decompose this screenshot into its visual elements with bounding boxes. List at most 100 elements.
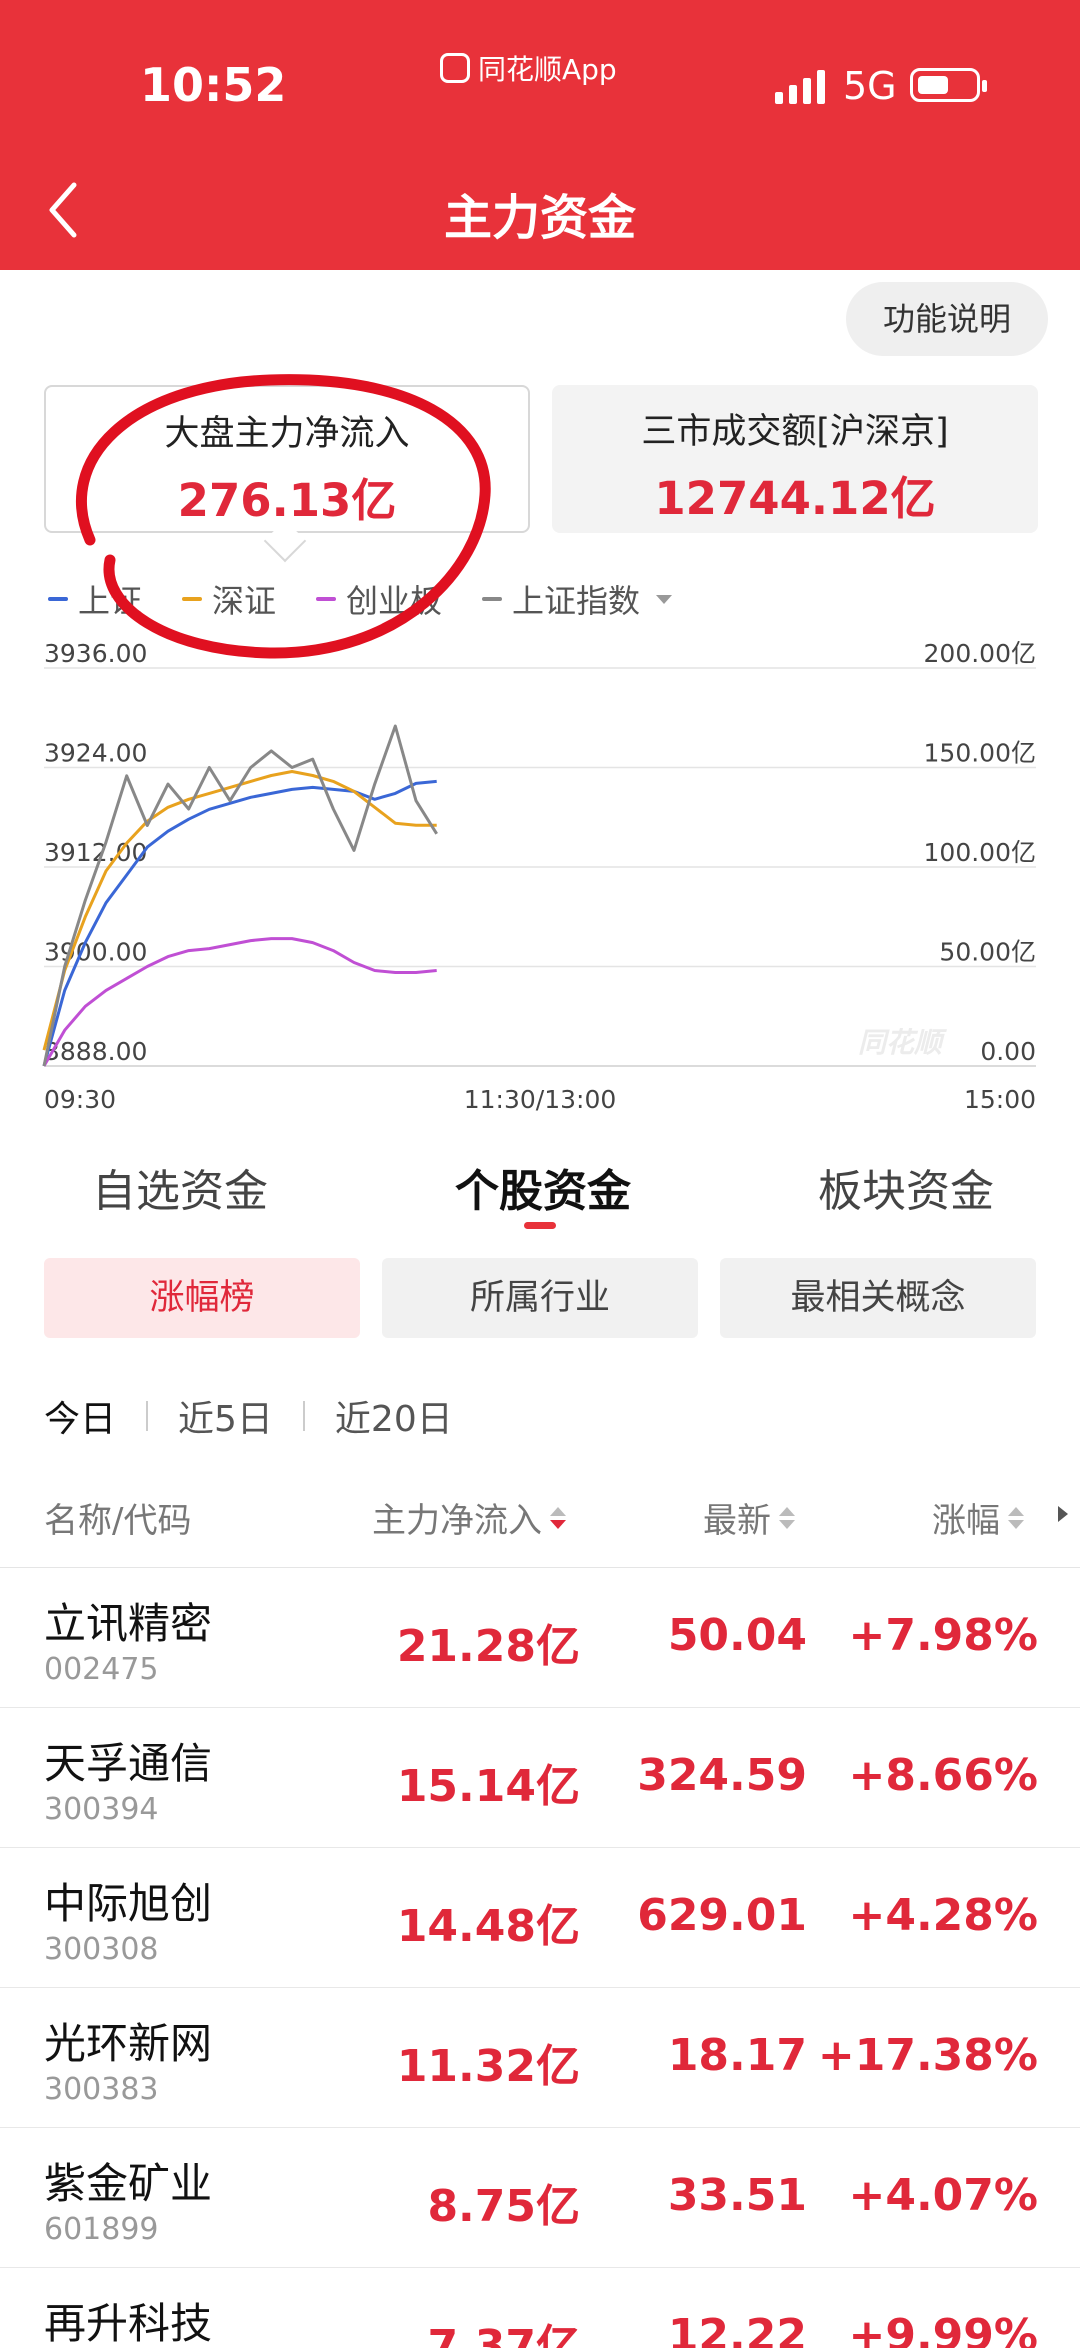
legend-label: 创业板: [346, 582, 443, 620]
divider: [302, 1401, 305, 1431]
right-axis-tick: 50.00亿: [939, 938, 1036, 967]
page-title: 主力资金: [443, 190, 636, 246]
tab-sector-funds[interactable]: 板块资金: [818, 1155, 994, 1219]
index-selector-label: 上证指数: [512, 582, 641, 620]
stock-inflow: 11.32亿: [396, 2041, 580, 2092]
stock-name: 再升科技: [44, 2299, 213, 2348]
turnover-card[interactable]: 三市成交额[沪深京] 12744.12亿: [552, 385, 1038, 533]
stock-price: 629.01: [637, 1890, 807, 1941]
col-header-name: 名称/代码: [44, 1493, 191, 1542]
fund-flow-chart: 3936.00 200.00亿 3924.00 150.00亿 3912.00 100.0…: [42, 640, 1036, 1114]
legend-item-sz: 深证: [182, 576, 276, 622]
stock-change: +8.66%: [848, 1750, 1038, 1801]
divider: [146, 1401, 149, 1431]
scroll-right-icon[interactable]: [1058, 1506, 1068, 1522]
stock-change: +4.28%: [848, 1890, 1038, 1941]
stock-price: 12.22: [667, 2310, 807, 2348]
table-row[interactable]: 紫金矿业 601899 8.75亿 33.51 +4.07%: [0, 2128, 1080, 2268]
status-time: 10:52: [140, 58, 287, 112]
col-header-price-label: 最新: [703, 1501, 771, 1541]
sort-icon: [779, 1506, 795, 1529]
market-inflow-label: 大盘主力净流入: [164, 414, 410, 454]
stock-price: 18.17: [667, 2030, 807, 2081]
stock-code: 300383: [44, 2072, 159, 2107]
table-row[interactable]: 天孚通信 300394 15.14亿 324.59 +8.66%: [0, 1708, 1080, 1848]
right-axis-tick: 150.00亿: [924, 739, 1036, 768]
stock-name: 紫金矿业: [44, 2159, 213, 2208]
chart-legend: 上证 深证 创业板 上证指数: [48, 576, 673, 622]
chart-watermark: 同花顺: [858, 1026, 947, 1059]
left-axis-tick: 3912.00: [44, 838, 147, 867]
stock-inflow: 8.75亿: [427, 2181, 580, 2232]
sort-icon: [1008, 1506, 1024, 1529]
left-axis-tick: 3924.00: [44, 739, 147, 768]
stock-code: 300308: [44, 1932, 159, 1967]
chip-concept[interactable]: 最相关概念: [720, 1258, 1036, 1338]
left-axis-tick: 3900.00: [44, 938, 147, 967]
active-tab-indicator: [524, 1222, 556, 1229]
col-header-inflow-label: 主力净流入: [372, 1501, 542, 1541]
stock-name: 光环新网: [44, 2019, 213, 2068]
table-row[interactable]: 立讯精密 002475 21.28亿 50.04 +7.98%: [0, 1568, 1080, 1708]
market-inflow-value: 276.13亿: [177, 474, 397, 527]
stock-code: 601899: [44, 2212, 159, 2247]
period-today[interactable]: 今日: [44, 1390, 116, 1442]
period-20d[interactable]: 近20日: [335, 1390, 453, 1442]
turnover-label: 三市成交额[沪深京]: [641, 412, 949, 452]
stock-change: +17.38%: [817, 2030, 1038, 2081]
legend-label: 深证: [212, 582, 277, 620]
right-axis-tick: 0.00: [980, 1037, 1036, 1066]
chip-gain-rank[interactable]: 涨幅榜: [44, 1258, 360, 1338]
legend-item-sh: 上证: [48, 576, 142, 622]
stock-inflow: 7.37亿: [427, 2321, 580, 2348]
stock-code: 300394: [44, 1792, 159, 1827]
left-axis-tick: 3936.00: [44, 640, 147, 668]
legend-dash: [182, 597, 203, 601]
turnover-value: 12744.12亿: [654, 472, 936, 525]
col-header-price[interactable]: 最新: [703, 1493, 795, 1542]
stock-price: 324.59: [637, 1750, 807, 1801]
stock-code: 002475: [44, 1652, 159, 1687]
table-row[interactable]: 光环新网 300383 11.32亿 18.17 +17.38%: [0, 1988, 1080, 2128]
legend-dash: [482, 597, 503, 601]
market-inflow-card[interactable]: 大盘主力净流入 276.13亿: [44, 385, 530, 533]
period-selector: 今日 近5日 近20日: [44, 1390, 453, 1442]
legend-dash: [316, 597, 337, 601]
stock-change: +4.07%: [848, 2170, 1038, 2221]
col-header-change[interactable]: 涨幅: [932, 1493, 1024, 1542]
col-header-change-label: 涨幅: [932, 1501, 1000, 1541]
stock-change: +7.98%: [848, 1610, 1038, 1661]
chip-industry[interactable]: 所属行业: [382, 1258, 698, 1338]
table-row[interactable]: 中际旭创 300308 14.48亿 629.01 +4.28%: [0, 1848, 1080, 1988]
stock-price: 33.51: [667, 2170, 807, 2221]
stock-inflow: 15.14亿: [396, 1761, 580, 1812]
index-selector[interactable]: 上证指数: [482, 576, 673, 622]
signal-icon: [775, 70, 825, 104]
legend-item-cyb: 创业板: [316, 576, 442, 622]
series-line: [42, 779, 437, 1067]
stock-name: 中际旭创: [44, 1879, 213, 1928]
function-description-button[interactable]: 功能说明: [846, 282, 1048, 356]
period-5d[interactable]: 近5日: [178, 1390, 273, 1442]
sort-desc-icon: [550, 1506, 566, 1529]
table-row[interactable]: 再升科技 7.37亿 12.22 +9.99%: [0, 2268, 1080, 2348]
right-axis-tick: 100.00亿: [924, 838, 1036, 867]
app-logo-icon: [440, 53, 470, 83]
network-type: 5G: [843, 64, 897, 108]
right-axis-tick: 200.00亿: [924, 640, 1036, 668]
x-axis-tick: 09:30: [44, 1085, 116, 1114]
stock-price: 50.04: [667, 1610, 807, 1661]
stock-inflow: 14.48亿: [396, 1901, 580, 1952]
col-header-inflow[interactable]: 主力净流入: [372, 1493, 566, 1542]
series-line: [42, 724, 438, 1067]
x-axis-tick: 15:00: [964, 1085, 1036, 1114]
stock-change: +9.99%: [848, 2310, 1038, 2348]
x-axis-tick: 11:30/13:00: [464, 1085, 617, 1114]
stock-name: 天孚通信: [44, 1739, 213, 1788]
tab-stock-funds[interactable]: 个股资金: [455, 1155, 631, 1219]
dropdown-arrow-icon: [656, 594, 673, 604]
tab-watchlist-funds[interactable]: 自选资金: [92, 1155, 268, 1219]
col-header-name-label: 名称/代码: [44, 1501, 192, 1541]
stock-inflow: 21.28亿: [396, 1621, 580, 1672]
legend-label: 上证: [78, 582, 143, 620]
